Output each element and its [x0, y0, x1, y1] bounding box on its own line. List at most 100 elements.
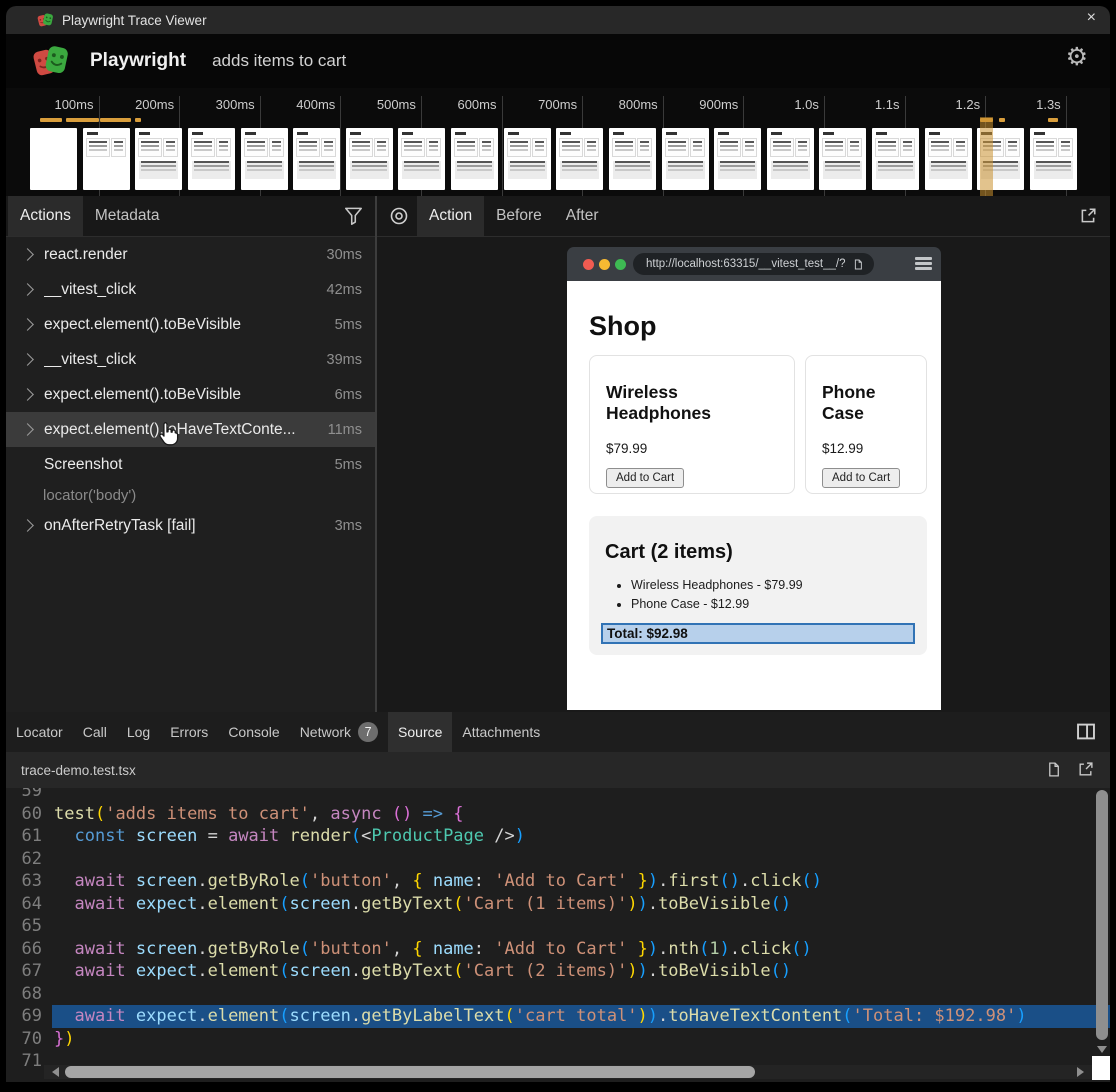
tab-attachments[interactable]: Attachments	[452, 712, 550, 752]
thumbnail-content-line	[247, 141, 265, 143]
thumbnail-cards	[192, 139, 231, 156]
open-snapshot-external-icon[interactable]	[1079, 207, 1097, 225]
thumbnail-content-line	[587, 145, 596, 147]
timeline-thumbnail[interactable]	[451, 128, 498, 190]
cart-total-highlighted: Total: $92.98	[601, 623, 915, 644]
code-line-65[interactable]: 65	[6, 915, 1110, 938]
tab-console[interactable]: Console	[218, 712, 289, 752]
code-line-62[interactable]: 62	[6, 848, 1110, 871]
thumbnail-content-line	[352, 165, 387, 167]
timeline-thumbnail[interactable]	[504, 128, 551, 190]
action-row-vitest-click[interactable]: __vitest_click42ms	[6, 272, 375, 307]
timeline-thumbnail[interactable]	[135, 128, 182, 190]
scroll-right-arrow[interactable]	[1077, 1067, 1089, 1077]
tab-network[interactable]: Network7	[290, 712, 388, 752]
tab-log[interactable]: Log	[117, 712, 160, 752]
tab-actions[interactable]: Actions	[8, 196, 83, 236]
action-row-react-render[interactable]: react.render30ms	[6, 237, 375, 272]
thumbnail-card	[480, 139, 493, 156]
action-row-vitest-click[interactable]: __vitest_click39ms	[6, 342, 375, 377]
copy-source-icon[interactable]	[1045, 761, 1062, 778]
timeline-thumbnail[interactable]	[819, 128, 866, 190]
tab-after[interactable]: After	[554, 196, 611, 236]
action-row-onafterretrytask-fail[interactable]: onAfterRetryTask [fail]3ms	[6, 508, 375, 543]
thumbnail-cart	[192, 161, 231, 179]
thumbnail-card	[954, 139, 967, 156]
code-line-69[interactable]: 69 await expect.element(screen.getByLabe…	[6, 1005, 1110, 1028]
timeline-thumbnail[interactable]	[767, 128, 814, 190]
code-line-61[interactable]: 61 const screen = await render(<ProductP…	[6, 825, 1110, 848]
thumbnail-content-line	[931, 165, 966, 167]
horizontal-scrollbar[interactable]	[44, 1065, 1092, 1079]
vertical-scrollbar[interactable]	[1094, 788, 1110, 1062]
horizontal-scrollbar-thumb[interactable]	[65, 1066, 755, 1078]
thumbnail-content-line	[1036, 165, 1071, 167]
timeline-thumbnail[interactable]	[1030, 128, 1077, 190]
thumbnail-heading	[771, 132, 782, 135]
code-token: }	[638, 871, 648, 891]
code-token: (	[699, 939, 709, 959]
tab-source[interactable]: Source	[388, 712, 452, 752]
add-to-cart-button[interactable]: Add to Cart	[606, 468, 684, 488]
code-token	[126, 961, 136, 981]
vertical-scrollbar-thumb[interactable]	[1096, 790, 1108, 1040]
action-row-expect-element-tobevisible[interactable]: expect.element().toBeVisible6ms	[6, 377, 375, 412]
code-token: .	[197, 961, 207, 981]
thumbnail-content-line	[482, 145, 491, 147]
thumbnail-heading	[929, 132, 940, 135]
code-token: 'Total: $192.98'	[853, 1006, 1017, 1026]
timeline-thumbnail[interactable]	[872, 128, 919, 190]
window-close-button[interactable]: ×	[1087, 9, 1096, 27]
code-line-70[interactable]: 70})	[6, 1028, 1110, 1051]
columns-layout-icon[interactable]	[1076, 723, 1096, 740]
browser-menu-icon[interactable]	[915, 257, 932, 272]
filter-icon[interactable]	[344, 206, 363, 225]
code-token	[126, 826, 136, 846]
timeline-thumbnail[interactable]	[714, 128, 761, 190]
open-source-external-icon[interactable]	[1077, 761, 1094, 778]
tab-action[interactable]: Action	[417, 196, 484, 236]
tab-errors[interactable]: Errors	[160, 712, 218, 752]
timeline-thumbnail[interactable]	[241, 128, 288, 190]
settings-gear-icon[interactable]: ⚙	[1066, 45, 1088, 70]
cart-heading: Cart (2 items)	[605, 541, 915, 564]
thumbnail-cart	[139, 161, 178, 179]
source-code-view[interactable]: 5960test('adds items to cart', async () …	[6, 788, 1110, 1082]
code-token: (	[279, 961, 289, 981]
timeline-thumbnail[interactable]	[556, 128, 603, 190]
tab-call[interactable]: Call	[73, 712, 117, 752]
code-token: 'Cart (1 items)'	[464, 894, 628, 914]
code-line-64[interactable]: 64 await expect.element(screen.getByText…	[6, 893, 1110, 916]
code-token: 'button'	[310, 939, 392, 959]
code-line-67[interactable]: 67 await expect.element(screen.getByText…	[6, 960, 1110, 983]
action-row-expect-element-tobevisible[interactable]: expect.element().toBeVisible5ms	[6, 307, 375, 342]
code-line-59[interactable]: 59	[6, 788, 1110, 803]
code-line-63[interactable]: 63 await screen.getByRole('button', { na…	[6, 870, 1110, 893]
action-row-screenshot[interactable]: Screenshot5ms	[6, 447, 375, 482]
thumbnail-content-line	[825, 145, 843, 147]
tab-before[interactable]: Before	[484, 196, 554, 236]
copy-url-icon[interactable]	[852, 258, 864, 271]
timeline-thumbnail[interactable]	[662, 128, 709, 190]
timeline-thumbnail[interactable]	[609, 128, 656, 190]
scroll-left-arrow[interactable]	[47, 1067, 59, 1077]
code-line-60[interactable]: 60test('adds items to cart', async () =>…	[6, 803, 1110, 826]
timeline-thumbnail[interactable]	[925, 128, 972, 190]
timeline-thumbnail[interactable]	[346, 128, 393, 190]
timeline-thumbnail[interactable]	[83, 128, 130, 190]
thumbnail-content-line	[931, 169, 966, 171]
code-token: (	[842, 1006, 852, 1026]
add-to-cart-button[interactable]: Add to Cart	[822, 468, 900, 488]
tab-locator[interactable]: Locator	[6, 712, 73, 752]
timeline[interactable]: 100ms200ms300ms400ms500ms600ms700ms800ms…	[6, 88, 1110, 196]
tab-metadata[interactable]: Metadata	[83, 196, 172, 236]
target-icon[interactable]	[389, 206, 409, 226]
timeline-thumbnail[interactable]	[398, 128, 445, 190]
timeline-thumbnail[interactable]	[188, 128, 235, 190]
timeline-thumbnail[interactable]	[30, 128, 77, 190]
code-line-68[interactable]: 68	[6, 983, 1110, 1006]
code-token: getByLabelText	[361, 1006, 504, 1026]
action-row-expect-element-tohavetextconte[interactable]: expect.element().toHaveTextConte...11ms	[6, 412, 375, 447]
code-line-66[interactable]: 66 await screen.getByRole('button', { na…	[6, 938, 1110, 961]
timeline-thumbnail[interactable]	[293, 128, 340, 190]
